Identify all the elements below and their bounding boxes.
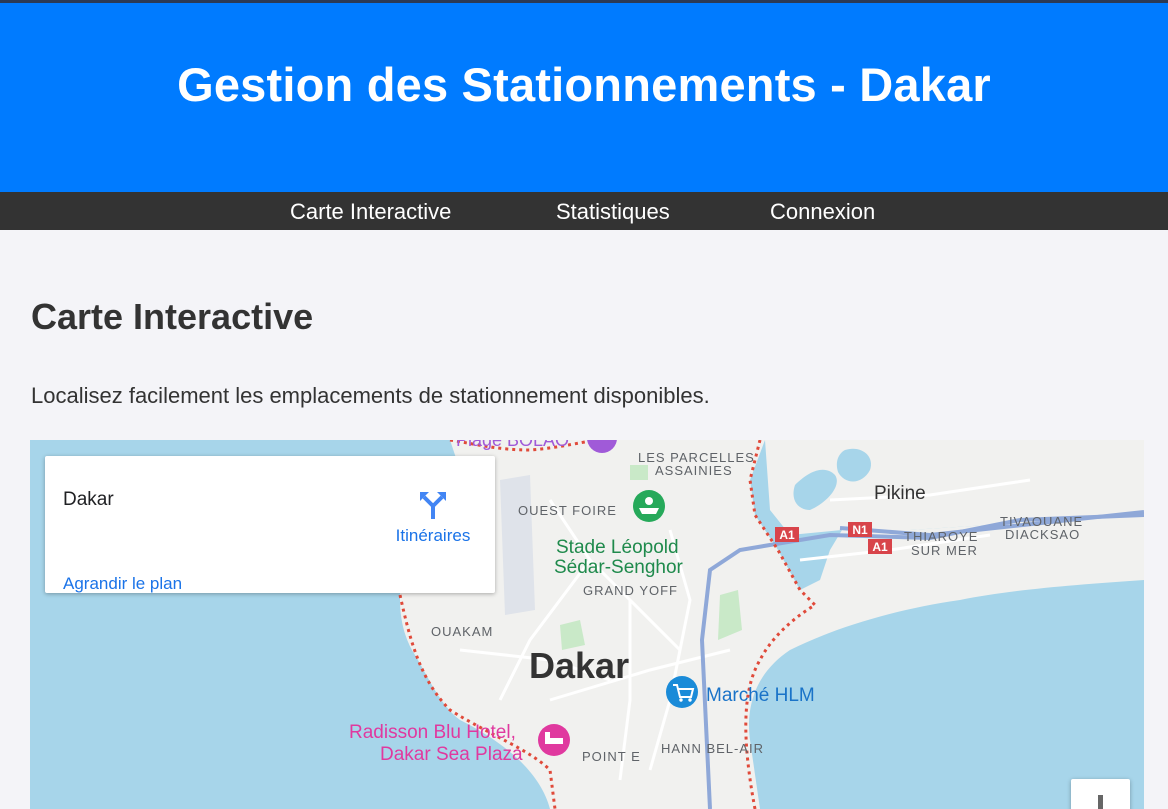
directions-button[interactable]: Itinéraires <box>388 490 478 545</box>
map-label-radisson-2: Dakar Sea Plaza <box>380 744 523 765</box>
map-label-point-e: POINT E <box>582 749 641 764</box>
map-park <box>630 465 648 480</box>
map-label-hann: HANN BEL-AIR <box>661 741 764 756</box>
map-label-ouakam: OUAKAM <box>431 624 493 639</box>
section-intro: Localisez facilement les emplacements de… <box>31 383 710 408</box>
enlarge-map-link[interactable]: Agrandir le plan <box>63 574 182 594</box>
map-label-parcelles-2: ASSAINIES <box>655 463 733 478</box>
nav-connexion[interactable]: Connexion <box>770 199 875 225</box>
map-airport <box>500 475 535 615</box>
svg-text:N1: N1 <box>852 523 868 537</box>
shield-n1: N1 <box>848 522 872 537</box>
shield-a1: A1 <box>775 527 799 542</box>
shopping-cart-poi-icon[interactable] <box>666 676 698 708</box>
map-label-thiaroye-1: THIAROYE <box>904 529 978 544</box>
map-info-card: Dakar Itinéraires Agrandir le plan <box>45 456 495 593</box>
nav-carte-interactive[interactable]: Carte Interactive <box>290 199 451 225</box>
shield-a1: A1 <box>868 539 892 554</box>
map-label-ouest-foire: OUEST FOIRE <box>518 503 617 518</box>
zoom-in-icon[interactable] <box>1098 795 1103 809</box>
nav-statistiques[interactable]: Statistiques <box>556 199 670 225</box>
map-label-tivaouane-2: DIACKSAO <box>1005 527 1080 542</box>
map-label-plage: Plage BOLAO <box>456 440 569 450</box>
map-place-name: Dakar <box>63 489 114 510</box>
svg-text:A1: A1 <box>779 528 795 542</box>
map-label-radisson-1: Radisson Blu Hotel, <box>349 722 516 743</box>
map-label-pikine: Pikine <box>874 483 926 504</box>
site-header: Gestion des Stationnements - Dakar <box>0 3 1168 192</box>
map-label-stade-1: Stade Léopold <box>556 537 679 558</box>
stadium-poi-icon[interactable] <box>633 490 665 522</box>
embedded-map[interactable]: A1 N1 A1 Plage BOLAO Stade Léopold Sédar <box>30 440 1144 809</box>
map-label-grand-yoff: GRAND YOFF <box>583 583 678 598</box>
map-label-dakar: Dakar <box>529 645 629 686</box>
map-label-thiaroye-2: SUR MER <box>911 543 978 558</box>
map-label-stade-2: Sédar-Senghor <box>554 557 684 578</box>
directions-label: Itinéraires <box>395 526 471 545</box>
main-nav: Carte Interactive Statistiques Connexion <box>0 192 1168 230</box>
directions-icon <box>420 492 446 519</box>
hotel-poi-icon[interactable] <box>538 724 570 756</box>
svg-text:A1: A1 <box>872 540 888 554</box>
map-label-marche: Marché HLM <box>706 685 815 706</box>
section-heading: Carte Interactive <box>31 296 314 337</box>
site-title: Gestion des Stationnements - Dakar <box>177 58 991 111</box>
map-zoom-control[interactable] <box>1071 779 1130 809</box>
